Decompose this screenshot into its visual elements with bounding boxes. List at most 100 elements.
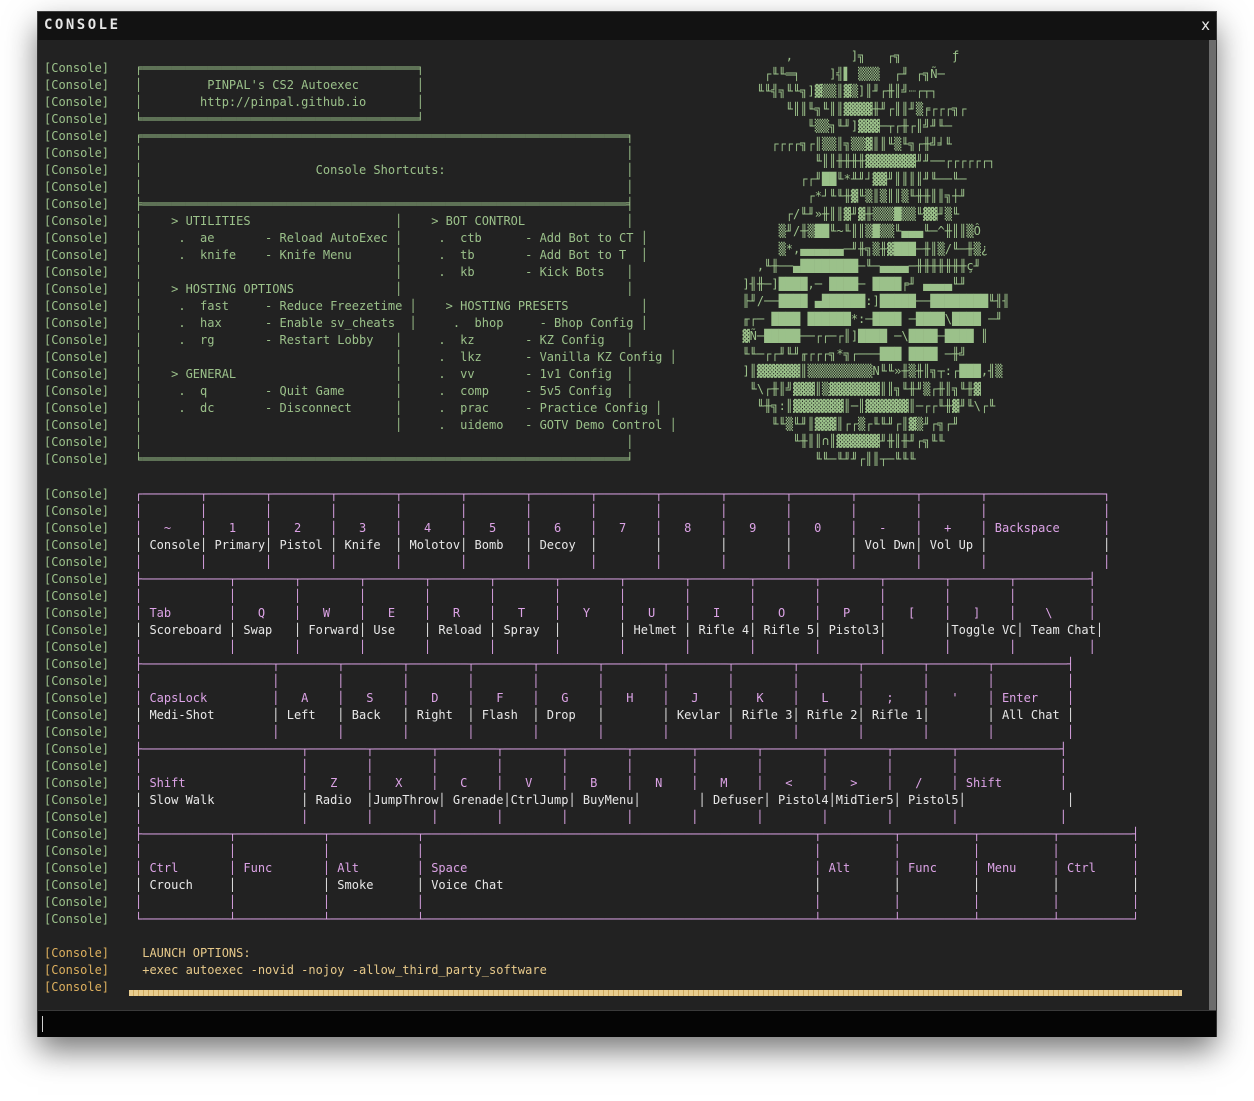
ascii-art-line: ╙╙─╙╜╜┌║║┬─╙╙╙ — [728, 451, 916, 466]
ascii-art-line: ┌╙╙═╕ ]╣▌ ▒▒▒ ┌╜ ┌╗Ñ─ — [728, 66, 945, 81]
console-prefix: [Console] — [44, 673, 110, 688]
ascii-art-line: ╙╫║║∩║▓▓▓▓▓▓╜╫║╫╜┌╗╙╙ — [728, 434, 945, 448]
console-window: CONSOLE x [Console] ╒════════════════════… — [38, 12, 1216, 1037]
console-line-text: │ │ │ │ │ │ │ │ │ │ │ │ │ │ │ — [135, 588, 1096, 603]
console-prefix: [Console] — [44, 843, 110, 858]
ascii-art-line: ╙╙▒╙╜║▓▓▓║┌┌▒┌╙╙╜┌║▓▒╜┌╗┌╜ — [728, 416, 960, 431]
scrollbar[interactable] — [1209, 40, 1216, 1010]
console-line-text: │ . ae - Reload AutoExec │ . ctb - Add B… — [135, 231, 648, 246]
ascii-art-line: ╙╙╣╗╙╙╗]▓▒▒║▓▒]║╜┌╫║╝┈┌┬┐ — [728, 84, 938, 98]
console-prefix: [Console] — [44, 894, 110, 909]
console-prefix: [Console] — [44, 690, 110, 705]
console-prefix: [Console] — [44, 571, 110, 586]
console-line-text: │ PINPAL's CS2 Autoexec │ — [135, 78, 424, 93]
console-line-text: │ Tab │ Q │ W │ E │ R │ T │ Y │ U │ I │ … — [135, 605, 1096, 620]
console-prefix: [Console] — [44, 826, 110, 841]
console-line-text: │ > HOSTING OPTIONS │ │ — [135, 282, 634, 297]
console-line-text: │ > GENERAL │ . vv - 1v1 Config │ — [135, 367, 634, 382]
title-bar[interactable]: CONSOLE x — [38, 12, 1216, 40]
ascii-art-line: ,╙╫──▄████████─╙─▄▄▄▄─╫╫╫╫╫╫╫ç╜ — [728, 259, 981, 273]
console-line-text: │ │ │ │ │ │ │ │ │ — [135, 843, 1140, 858]
console-line-text: │ │ │ │ │ │ │ │ │ │ │ │ │ │ │ — [135, 503, 1111, 518]
console-prefix: [Console] — [44, 946, 110, 961]
console-prefix: [Console] — [44, 146, 110, 161]
console-line-text: │ Slow Walk │ Radio │JumpThrow│ Grenade│… — [135, 792, 1075, 807]
console-prefix: [Console] — [44, 418, 110, 433]
console-prefix: [Console] — [44, 503, 110, 518]
ascii-art-line: , ]╗ ┌╗ ƒ — [728, 49, 960, 63]
console-line-text: ╒═══════════════════════════════════════… — [135, 129, 634, 144]
console-prefix: [Console] — [44, 350, 110, 365]
console-line-text: │ Ctrl │ Func │ Alt │ Space │ Alt │ Func… — [135, 860, 1140, 875]
console-prefix: [Console] — [44, 282, 110, 297]
console-line-text: ├────────────┬────────────┬────────────┬… — [135, 826, 1140, 841]
console-line-text: │ │ — [135, 180, 634, 195]
ascii-art-line: ┌*┘╙╙╫▓╙▒║▒║║▒╙╫╫║║╗┼╜ — [728, 189, 967, 203]
console-prefix: [Console] — [44, 95, 110, 110]
console-prefix: [Console] — [44, 401, 110, 416]
window-title: CONSOLE — [44, 17, 121, 33]
console-line-text: └────────────┴────────────┴────────────┴… — [135, 912, 1140, 926]
text-cursor — [42, 1016, 43, 1032]
console-prefix: [Console] — [44, 537, 110, 552]
console-line-text: │ │ │ │ │ │ │ │ │ │ │ │ │ — [135, 809, 1067, 824]
console-prefix: [Console] — [44, 61, 110, 75]
close-button[interactable]: x — [1201, 16, 1210, 34]
console-line-text: ╘══════════════════════════════════════╛ — [135, 112, 424, 127]
ascii-art-line: ╙\┌╫║╝▓▓▓║▒▓▓▓▓▓▓▓║║╗╙╫╜▒┌╫║╗╙╫▓ — [728, 381, 981, 396]
console-prefix: [Console] — [44, 112, 110, 127]
console-line-text: │ . fast - Reduce Freezetime │ > HOSTING… — [135, 299, 648, 314]
console-line-text: │ Crouch │ │ Smoke │ Voice Chat │ │ │ │ … — [135, 877, 1140, 892]
ascii-art-logo: , ]╗ ┌╗ ƒ ┌╙╙═╕ ]╣▌ ▒▒▒ ┌╜ ┌╗Ñ─ ╙╙╣╗╙╙╗]… — [728, 48, 1088, 478]
console-line-text: ┌────────┬────────┬────────┬────────┬───… — [135, 486, 1111, 501]
console-line-text: ╞═══════════════════════════════════════… — [135, 197, 634, 212]
console-prefix: [Console] — [44, 248, 110, 263]
ascii-art-line: ╙║║╙╗╙║║▓▓▓▓╫╜┌║║╜▒╒┌┌┌╗┌ — [728, 101, 967, 116]
console-prefix: [Console] — [44, 775, 110, 790]
ascii-art-line: ╙╫╗:║▓▓▓▓▓▓▓║─║▓▓▓▓▓▓║─┌┌╙╫▓╜╙\┌╙ — [728, 399, 996, 413]
console-line-text: │ Console Shortcuts: │ — [135, 163, 634, 178]
console-line-text: ├────────────┬────────┬────────┬────────… — [135, 571, 1096, 586]
console-prefix: [Console] — [44, 622, 110, 637]
console-prefix: [Console] — [44, 656, 110, 671]
console-prefix: [Console] — [44, 78, 110, 93]
console-line-text: │ │ . uidemo - GOTV Demo Control │ — [135, 418, 677, 433]
console-line-text: │ . rg - Restart Lobby │ . kz - KZ Confi… — [135, 333, 634, 348]
console-line-text: │ Scoreboard │ Swap │ Forward│ Use │ Rel… — [135, 622, 1104, 637]
console-line-text: │ Medi-Shot │ Left │ Back │ Right │ Flas… — [135, 707, 1075, 722]
ascii-art-line: ╓┌─ ████ ██████*:─████ ─████\████ ─╜ — [728, 311, 1003, 326]
console-line-text: │ Console│ Primary│ Pistol │ Knife │ Mol… — [135, 537, 1111, 552]
console-input[interactable] — [38, 1010, 1216, 1037]
console-prefix: [Console] — [44, 963, 110, 978]
console-prefix: [Console] — [44, 435, 110, 450]
console-prefix: [Console] — [44, 860, 110, 875]
console-prefix: [Console] — [44, 877, 110, 892]
console-prefix: [Console] — [44, 316, 110, 331]
console-line-text: │ http://pinpal.github.io │ — [135, 95, 424, 110]
console-prefix: [Console] — [44, 707, 110, 722]
console-prefix: [Console] — [44, 724, 110, 739]
console-line-text: │ │ │ │ │ │ │ │ │ — [135, 894, 1140, 909]
console-line-text: │ Shift │ Z │ X │ C │ V │ B │ N │ M │ < … — [135, 775, 1067, 790]
console-line-text: │ │ . kb - Kick Bots │ — [135, 265, 634, 280]
console-line-text: ├──────────────────┬────────┬────────┬──… — [135, 656, 1075, 671]
console-line-text: │ │ . lkz - Vanilla KZ Config │ — [135, 350, 677, 365]
console-prefix: [Console] — [44, 452, 110, 467]
console-line-text: │ │ │ │ │ │ │ │ │ │ │ │ │ — [135, 758, 1067, 773]
ascii-art-line: ┌┌╜██╙*╨╜┘▓▓╜║║║║╜╙──╙─ — [728, 171, 967, 186]
console-line-text: │ . hax - Enable sv_cheats │ . bhop - Bh… — [135, 316, 648, 331]
console-line-text: │ > UTILITIES │ > BOT CONTROL │ — [135, 214, 634, 229]
ascii-art-line: ╙▒▒╗╙╜]▓▓▓─┬┌╫┌║╝╜╙─ — [728, 119, 952, 133]
console-output[interactable]: [Console] ╒══════════════════════════════… — [38, 40, 1216, 1010]
console-prefix: [Console] — [44, 912, 110, 926]
console-prefix: [Console] — [44, 265, 110, 280]
console-prefix: [Console] — [44, 588, 110, 603]
console-prefix: [Console] — [44, 486, 110, 501]
console-prefix: [Console] — [44, 163, 110, 178]
ascii-art-line: ┌┌┌┌╗┌║▒▒║╗▒▒▓║║╙▒╙╗┌╫╝╛╙ — [728, 136, 952, 151]
console-prefix: [Console] — [44, 180, 110, 195]
ascii-art-line: ]║▓▓▓▓▓▓║▒▒▒▒▒▒▒▒▒N╙╙»╫▒╫║╗┬:┌███,╢▒ — [728, 364, 1003, 378]
console-prefix: [Console] — [44, 741, 110, 756]
console-prefix: [Console] — [44, 758, 110, 773]
console-line-text: ├──────────────────────┬────────┬───────… — [135, 741, 1067, 756]
